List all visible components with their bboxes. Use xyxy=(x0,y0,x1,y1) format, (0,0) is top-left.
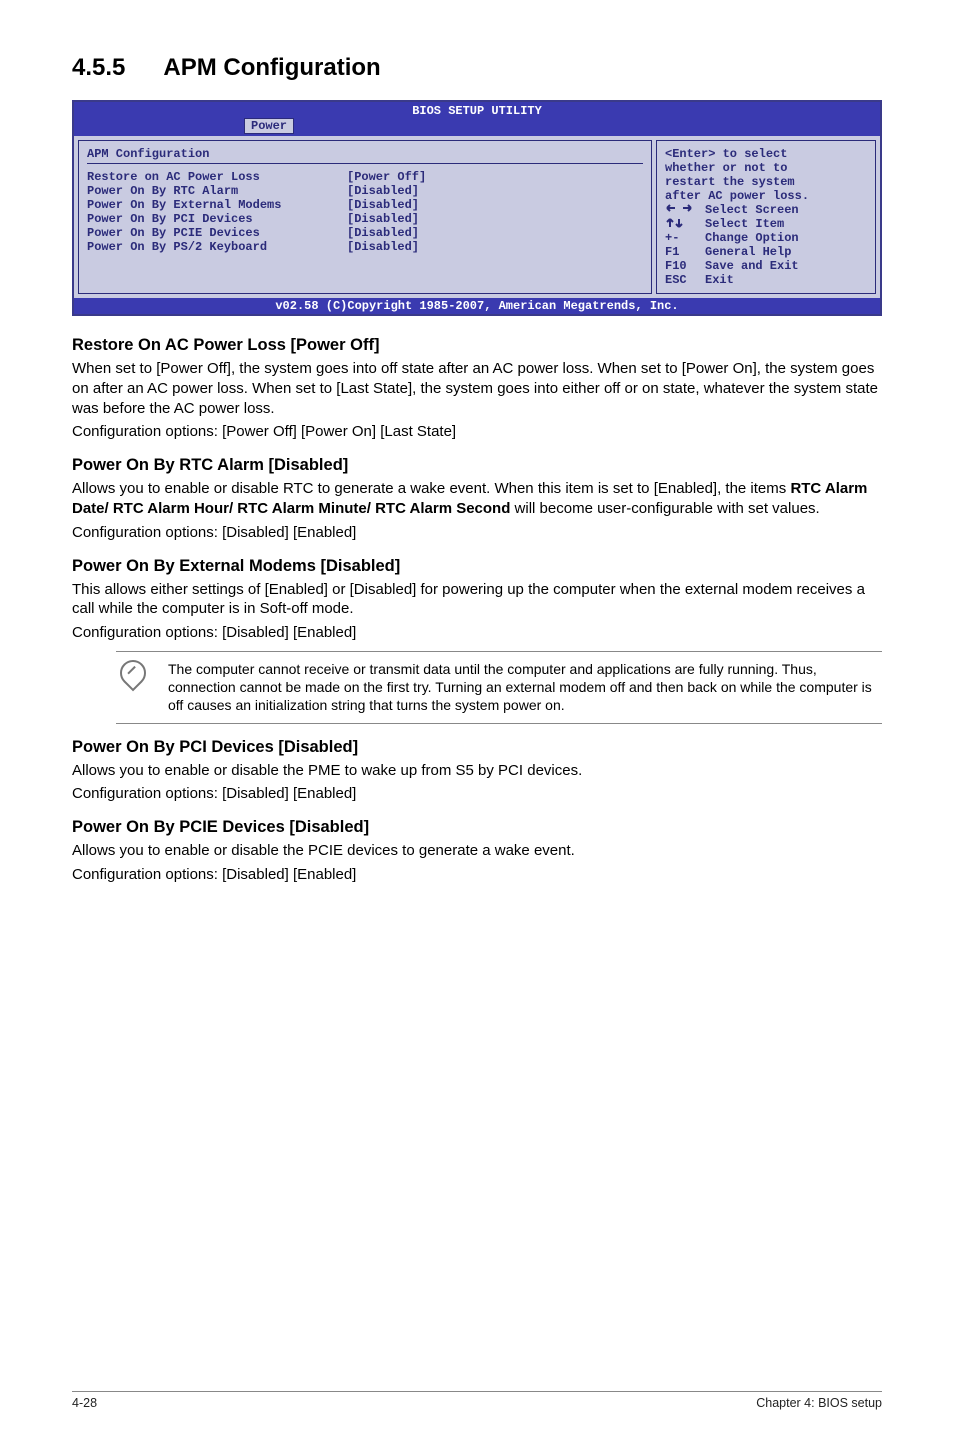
note-icon xyxy=(116,660,150,715)
bios-help-line: <Enter> to select xyxy=(665,147,867,161)
key-f10: F10 xyxy=(665,259,705,273)
page-footer: 4-28 Chapter 4: BIOS setup xyxy=(72,1391,882,1410)
config-options: Configuration options: [Power Off] [Powe… xyxy=(72,422,882,442)
section-number: 4.5.5 xyxy=(72,54,125,81)
arrows-ud-icon xyxy=(665,217,705,231)
key-plusminus: +- xyxy=(665,231,705,245)
bios-help-line: restart the system xyxy=(665,175,867,189)
subsection-heading: Restore On AC Power Loss [Power Off] xyxy=(72,336,882,355)
bios-right-pane: <Enter> to select whether or not to rest… xyxy=(656,140,876,294)
key-esc: ESC xyxy=(665,273,705,287)
config-options: Configuration options: [Disabled] [Enabl… xyxy=(72,623,882,643)
subsection-heading: Power On By RTC Alarm [Disabled] xyxy=(72,456,882,475)
bios-row: Power On By RTC Alarm[Disabled] xyxy=(87,184,643,198)
chapter-label: Chapter 4: BIOS setup xyxy=(756,1396,882,1410)
bios-help-line: whether or not to xyxy=(665,161,867,175)
subsection-heading: Power On By PCIE Devices [Disabled] xyxy=(72,818,882,837)
bios-panel-heading: APM Configuration xyxy=(87,147,643,161)
bios-tab-power: Power xyxy=(244,118,294,134)
bios-key-legend: Select Screen Select Item +-Change Optio… xyxy=(665,203,867,287)
bios-tabbar: Power xyxy=(74,118,880,136)
bios-row: Power On By PCI Devices[Disabled] xyxy=(87,212,643,226)
page-number: 4-28 xyxy=(72,1396,97,1410)
subsection-heading: Power On By External Modems [Disabled] xyxy=(72,557,882,576)
bios-row: Power On By External Modems[Disabled] xyxy=(87,198,643,212)
section-title: APM Configuration xyxy=(163,54,380,81)
bios-row: Power On By PCIE Devices[Disabled] xyxy=(87,226,643,240)
body-text: Allows you to enable or disable RTC to g… xyxy=(72,479,882,519)
subsection-heading: Power On By PCI Devices [Disabled] xyxy=(72,738,882,757)
config-options: Configuration options: [Disabled] [Enabl… xyxy=(72,865,882,885)
key-f1: F1 xyxy=(665,245,705,259)
bios-row: Power On By PS/2 Keyboard[Disabled] xyxy=(87,240,643,254)
body-text: Allows you to enable or disable the PME … xyxy=(72,761,882,781)
bios-panel: BIOS SETUP UTILITY Power APM Configurati… xyxy=(72,100,882,316)
body-text: When set to [Power Off], the system goes… xyxy=(72,359,882,418)
note-text: The computer cannot receive or transmit … xyxy=(168,660,882,715)
bios-help-line: after AC power loss. xyxy=(665,189,867,203)
config-options: Configuration options: [Disabled] [Enabl… xyxy=(72,523,882,543)
bios-footer: v02.58 (C)Copyright 1985-2007, American … xyxy=(74,298,880,314)
config-options: Configuration options: [Disabled] [Enabl… xyxy=(72,784,882,804)
body-text: This allows either settings of [Enabled]… xyxy=(72,580,882,620)
arrows-lr-icon xyxy=(665,203,705,217)
bios-row: Restore on AC Power Loss[Power Off] xyxy=(87,170,643,184)
bios-left-pane: APM Configuration Restore on AC Power Lo… xyxy=(78,140,652,294)
bios-title: BIOS SETUP UTILITY xyxy=(74,102,880,118)
section-heading: 4.5.5 APM Configuration xyxy=(72,54,882,82)
body-text: Allows you to enable or disable the PCIE… xyxy=(72,841,882,861)
note-callout: The computer cannot receive or transmit … xyxy=(116,651,882,724)
